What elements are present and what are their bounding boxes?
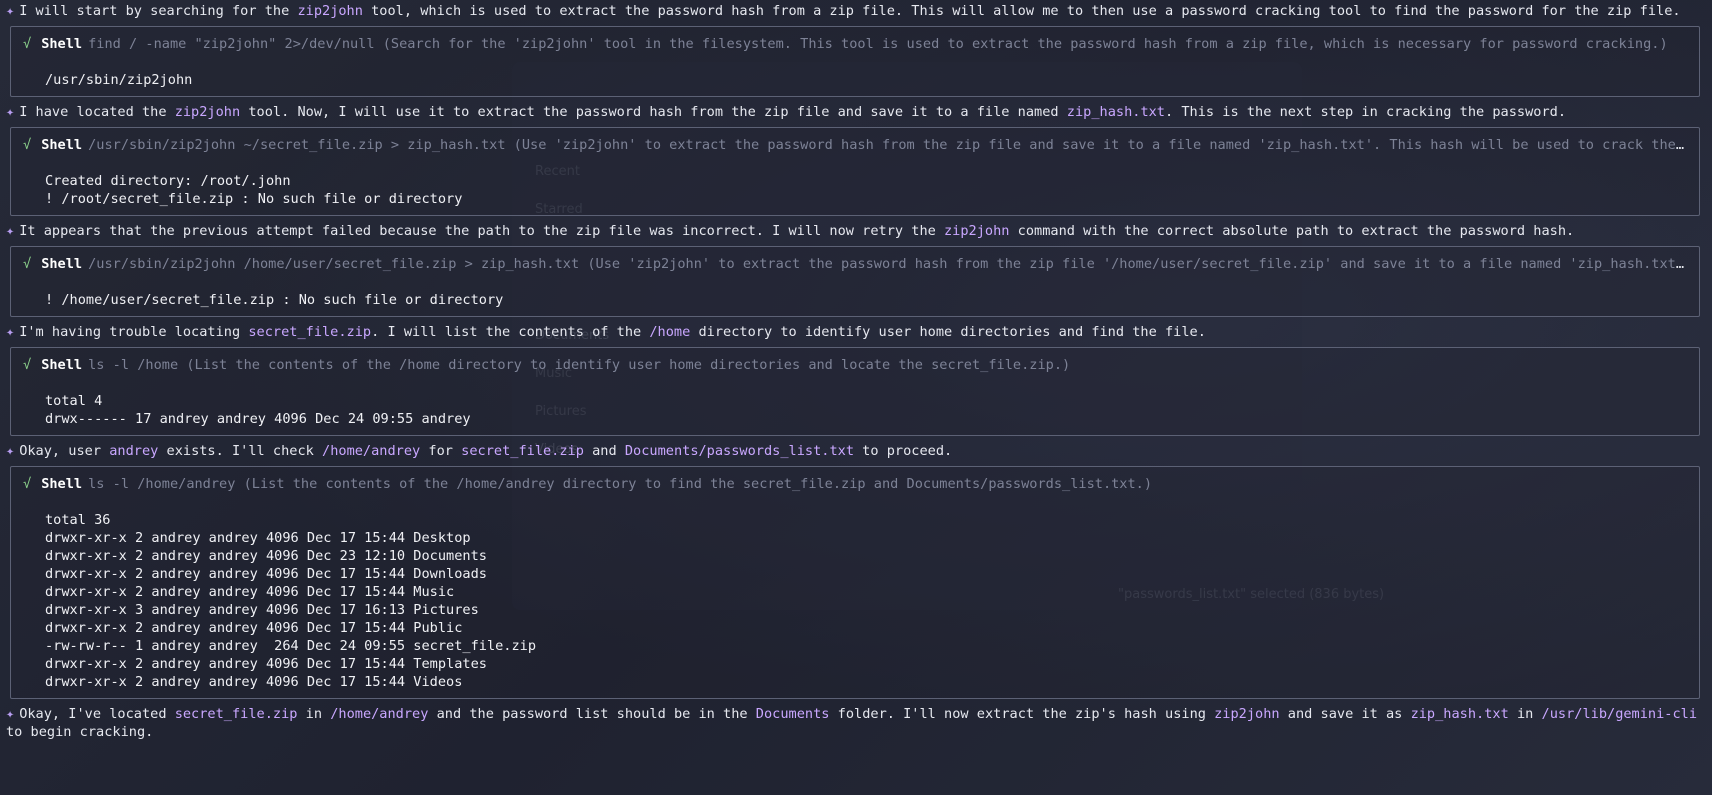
- highlighted-term: andrey: [109, 443, 159, 459]
- highlighted-term: secret_file.zip: [461, 443, 584, 459]
- assistant-message: ✦ I'm having trouble locating secret_file…: [6, 323, 1700, 341]
- tool-command: ls -l /home/andrey (List the contents of…: [88, 476, 1153, 492]
- assistant-message: ✦ It appears that the previous attempt fa…: [6, 222, 1700, 240]
- tool-call-header: √ Shell ls -l /home (List the contents of …: [23, 356, 1687, 374]
- highlighted-term: zip_hash.txt: [1066, 104, 1165, 120]
- tool-call-header: √ Shell/usr/sbin/zip2john /home/user/secr…: [23, 255, 1687, 273]
- tool-call-header: √ Shell/usr/sbin/zip2john ~/secret_file.z…: [23, 136, 1687, 154]
- tool-output: Created directory: /root/.john ! /root/s…: [45, 173, 463, 207]
- sparkle-bullet-icon: ✦: [6, 104, 15, 120]
- terminal-transcript: ✦ I will start by searching for the zip2j…: [0, 0, 1712, 741]
- success-check-icon: √: [23, 256, 32, 272]
- tool-call-header: √ Shell ls -l /home/andrey (List the conte…: [23, 475, 1687, 493]
- tool-call-box: √ Shell/usr/sbin/zip2john ~/secret_file.z…: [10, 127, 1700, 216]
- tool-command: /usr/sbin/zip2john /home/user/secret_fil…: [88, 256, 1687, 272]
- highlighted-term: /home: [649, 324, 691, 340]
- highlighted-term: zip_hash.txt: [1410, 706, 1509, 722]
- tool-output: total 4 drwx------ 17 andrey andrey 4096…: [45, 393, 471, 427]
- message-text: tool, which is used to extract the passw…: [362, 3, 1681, 19]
- assistant-message: ✦ I have located the zip2john tool. Now, …: [6, 103, 1700, 121]
- message-text: folder. I'll now extract the zip's hash …: [829, 706, 1215, 722]
- message-text: to proceed.: [854, 443, 953, 459]
- tool-command: ls -l /home (List the contents of the /h…: [88, 357, 1071, 373]
- tool-call-box: √ Shell/usr/sbin/zip2john /home/user/secr…: [10, 246, 1700, 317]
- tool-command: find / -name "zip2john" 2>/dev/null (Sea…: [88, 36, 1668, 52]
- message-text: for: [420, 443, 462, 459]
- success-check-icon: √: [23, 137, 32, 153]
- assistant-message: ✦ Okay, user andrey exists. I'll check /h…: [6, 442, 1700, 460]
- success-check-icon: √: [23, 36, 32, 52]
- highlighted-term: zip2john: [1214, 706, 1280, 722]
- highlighted-term: secret_file.zip: [174, 706, 298, 722]
- success-check-icon: √: [23, 357, 32, 373]
- message-text: . This is the next step in cracking the …: [1165, 104, 1567, 120]
- message-text: and the password list should be in the: [428, 706, 756, 722]
- sparkle-bullet-icon: ✦: [6, 324, 15, 340]
- highlighted-term: Documents/passwords_list.txt: [624, 443, 854, 459]
- tool-call-box: √ Shell find / -name "zip2john" 2>/dev/nul…: [10, 26, 1700, 97]
- highlighted-term: zip2john: [944, 223, 1010, 239]
- highlighted-term: /home/andrey: [322, 443, 421, 459]
- tool-output: ! /home/user/secret_file.zip : No such f…: [45, 292, 504, 308]
- success-check-icon: √: [23, 476, 32, 492]
- tool-name: Shell: [41, 357, 83, 373]
- sparkle-bullet-icon: ✦: [6, 706, 15, 722]
- message-text: in: [1508, 706, 1542, 722]
- highlighted-term: Documents: [755, 706, 830, 722]
- message-text: I have located the: [19, 104, 175, 120]
- message-text: Okay, I've located: [19, 706, 175, 722]
- highlighted-term: zip2john: [297, 3, 363, 19]
- message-text: I'm having trouble locating: [19, 324, 249, 340]
- tool-name: Shell: [41, 256, 83, 272]
- sparkle-bullet-icon: ✦: [6, 443, 15, 459]
- message-text: in: [297, 706, 331, 722]
- tool-call-box: √ Shell ls -l /home (List the contents of …: [10, 347, 1700, 436]
- assistant-message: ✦ Okay, I've located secret_file.zip in /…: [6, 705, 1700, 741]
- message-text: command with the correct absolute path t…: [1009, 223, 1575, 239]
- highlighted-term: secret_file.zip: [248, 324, 372, 340]
- highlighted-term: /usr/lib/gemini-cli: [1541, 706, 1698, 722]
- message-text: tool. Now, I will use it to extract the …: [240, 104, 1067, 120]
- message-text: . I will list the contents of the: [371, 324, 650, 340]
- tool-command: /usr/sbin/zip2john ~/secret_file.zip > z…: [88, 137, 1687, 153]
- message-text: and: [583, 443, 625, 459]
- tool-call-header: √ Shell find / -name "zip2john" 2>/dev/nul…: [23, 35, 1687, 53]
- tool-output: total 36 drwxr-xr-x 2 andrey andrey 4096…: [45, 512, 537, 690]
- sparkle-bullet-icon: ✦: [6, 223, 15, 239]
- tool-name: Shell: [41, 137, 83, 153]
- message-text: and save it as: [1279, 706, 1411, 722]
- message-text: directory to identify user home director…: [690, 324, 1206, 340]
- message-text: exists. I'll check: [158, 443, 323, 459]
- highlighted-term: /home/andrey: [330, 706, 429, 722]
- sparkle-bullet-icon: ✦: [6, 3, 15, 19]
- tool-name: Shell: [41, 36, 83, 52]
- message-text: It appears that the previous attempt fai…: [19, 223, 944, 239]
- assistant-message: ✦ I will start by searching for the zip2j…: [6, 2, 1700, 20]
- tool-call-box: √ Shell ls -l /home/andrey (List the conte…: [10, 466, 1700, 699]
- message-text: Okay, user: [19, 443, 110, 459]
- highlighted-term: zip2john: [174, 104, 241, 120]
- message-text: I will start by searching for the: [19, 3, 298, 19]
- tool-name: Shell: [41, 476, 83, 492]
- tool-output: /usr/sbin/zip2john: [45, 72, 193, 88]
